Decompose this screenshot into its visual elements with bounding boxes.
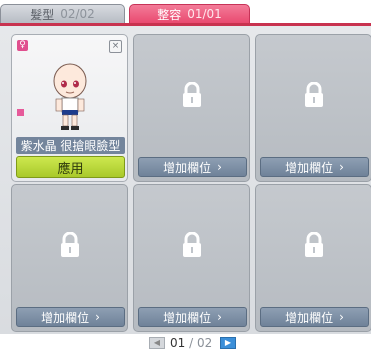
chevron-right-icon: › [339,160,344,174]
add-slot-label: 增加欄位 [163,160,212,175]
tab-hair[interactable]: 髮型 02/02 [0,4,125,24]
add-slot-button[interactable]: 增加欄位 › [138,157,247,177]
character-avatar [53,63,87,130]
lock-icon [305,82,323,107]
slot-name: 紫水晶 很搶眼臉型 [16,137,125,154]
lock-icon [305,232,323,257]
face-slot-1[interactable]: ♀ × 紫水晶 很搶眼臉型 應用 [11,34,128,182]
pagination: ◀ 01 / 02 ▶ [0,334,371,354]
next-page-icon[interactable]: ▶ [220,337,236,349]
tab-face-count: 01/01 [187,7,222,21]
add-slot-button[interactable]: 增加欄位 › [138,307,247,327]
color-swatch [17,109,24,116]
apply-button[interactable]: 應用 [16,156,125,178]
chevron-right-icon: › [217,310,222,324]
chevron-right-icon: › [339,310,344,324]
add-slot-button[interactable]: 增加欄位 › [260,157,369,177]
tab-face-label: 整容 [157,7,182,22]
tab-hair-count: 02/02 [60,7,95,21]
tab-face[interactable]: 整容 01/01 [129,4,250,24]
close-icon[interactable]: × [109,40,122,53]
total-pages: 02 [196,336,213,350]
add-slot-label: 增加欄位 [285,160,334,175]
lock-icon [61,232,79,257]
lock-icon [183,232,201,257]
prev-page-icon[interactable]: ◀ [149,337,165,349]
face-slot-6: 增加欄位 › [255,184,371,332]
face-slot-4: 增加欄位 › [11,184,128,332]
tab-hair-label: 髮型 [30,7,55,22]
chevron-right-icon: › [95,310,100,324]
tab-bar: 髮型 02/02 整容 01/01 [0,0,371,27]
add-slot-button[interactable]: 增加欄位 › [16,307,125,327]
page-separator: / [189,336,194,350]
add-slot-label: 增加欄位 [163,310,212,325]
current-page: 01 [170,336,186,350]
page-indicator: 01 / 02 [170,336,212,350]
slot-panel: ♀ × 紫水晶 很搶眼臉型 應用 增加欄位 › 增加欄位 › 增加欄位 › 增加… [0,26,371,334]
lock-icon [183,82,201,107]
chevron-right-icon: › [217,160,222,174]
female-icon: ♀ [17,40,28,51]
face-slot-3: 增加欄位 › [255,34,371,182]
add-slot-button[interactable]: 增加欄位 › [260,307,369,327]
add-slot-label: 增加欄位 [41,310,90,325]
face-slot-2: 增加欄位 › [133,34,250,182]
face-slot-5: 增加欄位 › [133,184,250,332]
add-slot-label: 增加欄位 [285,310,334,325]
